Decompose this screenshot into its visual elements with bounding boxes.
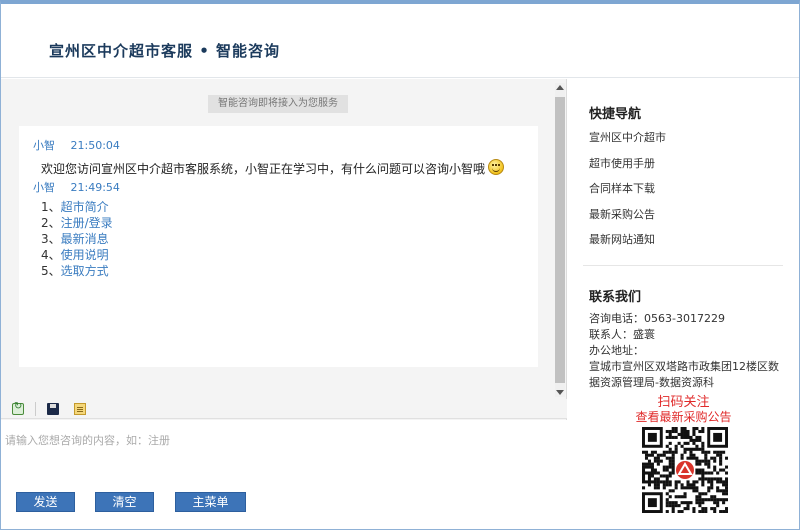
- list-item: 5、选取方式: [41, 263, 524, 279]
- contact-address: 宣城市宣州区双塔路市政集团12楼区数据资源管理局-数据资源科: [589, 360, 779, 389]
- refresh-icon[interactable]: [12, 401, 24, 415]
- button-row: 发送 清空 主菜单: [1, 488, 567, 529]
- smiley-icon: [488, 159, 505, 175]
- contact-title: 联系我们: [589, 290, 642, 305]
- message-text: 欢迎您访问宣州区中介超市客服系统，小智正在学习中，有什么问题可以咨询小智哦: [33, 159, 524, 179]
- list-item: 4、使用说明: [41, 247, 524, 263]
- note-icon[interactable]: [74, 403, 86, 415]
- option-number: 1、: [41, 200, 61, 214]
- toolbar-divider: [35, 402, 36, 416]
- person-value: 盛寰: [633, 328, 655, 341]
- list-item: 3、最新消息: [41, 231, 524, 247]
- chat-window: 宣州区中介超市客服 • 智能咨询 智能咨询即将接入为您服务 小智 21:50:0…: [0, 0, 800, 530]
- save-icon[interactable]: [47, 403, 59, 415]
- message-time: 21:49:54: [70, 181, 120, 194]
- qr-subtitle: 查看最新采购公告: [635, 410, 732, 424]
- person-label: 联系人：: [589, 328, 633, 341]
- chat-toolbar: [1, 399, 567, 419]
- contact-address-label: 办公地址：: [589, 344, 644, 357]
- contact-person: 联系人：盛寰: [589, 327, 655, 343]
- option-link-register[interactable]: 注册/登录: [61, 216, 113, 230]
- phone-value: 0563-3017229: [644, 312, 725, 325]
- message-sender: 小智: [33, 181, 55, 194]
- section-divider: [583, 265, 783, 266]
- contact-phone: 咨询电话：0563-3017229: [589, 311, 725, 327]
- scroll-thumb[interactable]: [555, 97, 565, 383]
- chat-scrollbar[interactable]: [555, 83, 565, 397]
- message-sender: 小智: [33, 139, 55, 152]
- option-link-news[interactable]: 最新消息: [61, 232, 109, 246]
- scroll-up-icon[interactable]: [556, 85, 564, 90]
- header: 宣州区中介超市客服 • 智能咨询: [1, 4, 799, 78]
- service-notice: 智能咨询即将接入为您服务: [208, 95, 348, 113]
- side-panel: 快捷导航 宣州区中介超市 超市使用手册 合同样本下载 最新采购公告 最新网站通知…: [568, 79, 799, 529]
- send-button[interactable]: 发送: [16, 492, 75, 512]
- page-title: 宣州区中介超市客服 • 智能咨询: [49, 42, 281, 60]
- chat-history: 小智 21:50:04 欢迎您访问宣州区中介超市客服系统，小智正在学习中，有什么…: [19, 126, 538, 367]
- option-number: 4、: [41, 248, 61, 262]
- nav-link-procurement[interactable]: 最新采购公告: [589, 206, 655, 222]
- option-link-intro[interactable]: 超市简介: [61, 200, 109, 214]
- nav-link-notice[interactable]: 最新网站通知: [589, 231, 655, 247]
- message-header: 小智 21:50:04: [33, 137, 524, 155]
- quick-nav-title: 快捷导航: [589, 107, 642, 122]
- list-item: 2、注册/登录: [41, 215, 524, 231]
- list-item: 1、超市简介: [41, 199, 524, 215]
- phone-label: 咨询电话：: [589, 312, 644, 325]
- option-number: 5、: [41, 264, 61, 278]
- message-header: 小智 21:49:54: [33, 179, 524, 197]
- chat-panel: 智能咨询即将接入为您服务 小智 21:50:04 欢迎您访问宣州区中介超市客服系…: [1, 79, 567, 529]
- nav-link-supermarket[interactable]: 宣州区中介超市: [589, 129, 666, 145]
- nav-link-manual[interactable]: 超市使用手册: [589, 155, 655, 171]
- message-time: 21:50:04: [70, 139, 120, 152]
- option-menu: 1、超市简介 2、注册/登录 3、最新消息 4、使用说明 5、选取方式: [33, 199, 524, 279]
- welcome-text: 欢迎您访问宣州区中介超市客服系统，小智正在学习中，有什么问题可以咨询小智哦: [41, 162, 486, 176]
- option-number: 3、: [41, 232, 61, 246]
- message-input-area: [1, 420, 567, 488]
- message-input[interactable]: [1, 428, 561, 452]
- clear-button[interactable]: 清空: [95, 492, 154, 512]
- qr-code-icon: [642, 427, 728, 513]
- scroll-down-icon[interactable]: [556, 390, 564, 395]
- option-number: 2、: [41, 216, 61, 230]
- main-menu-button[interactable]: 主菜单: [175, 492, 246, 512]
- nav-link-contract[interactable]: 合同样本下载: [589, 180, 655, 196]
- option-link-selection[interactable]: 选取方式: [61, 264, 109, 278]
- option-link-guide[interactable]: 使用说明: [61, 248, 109, 262]
